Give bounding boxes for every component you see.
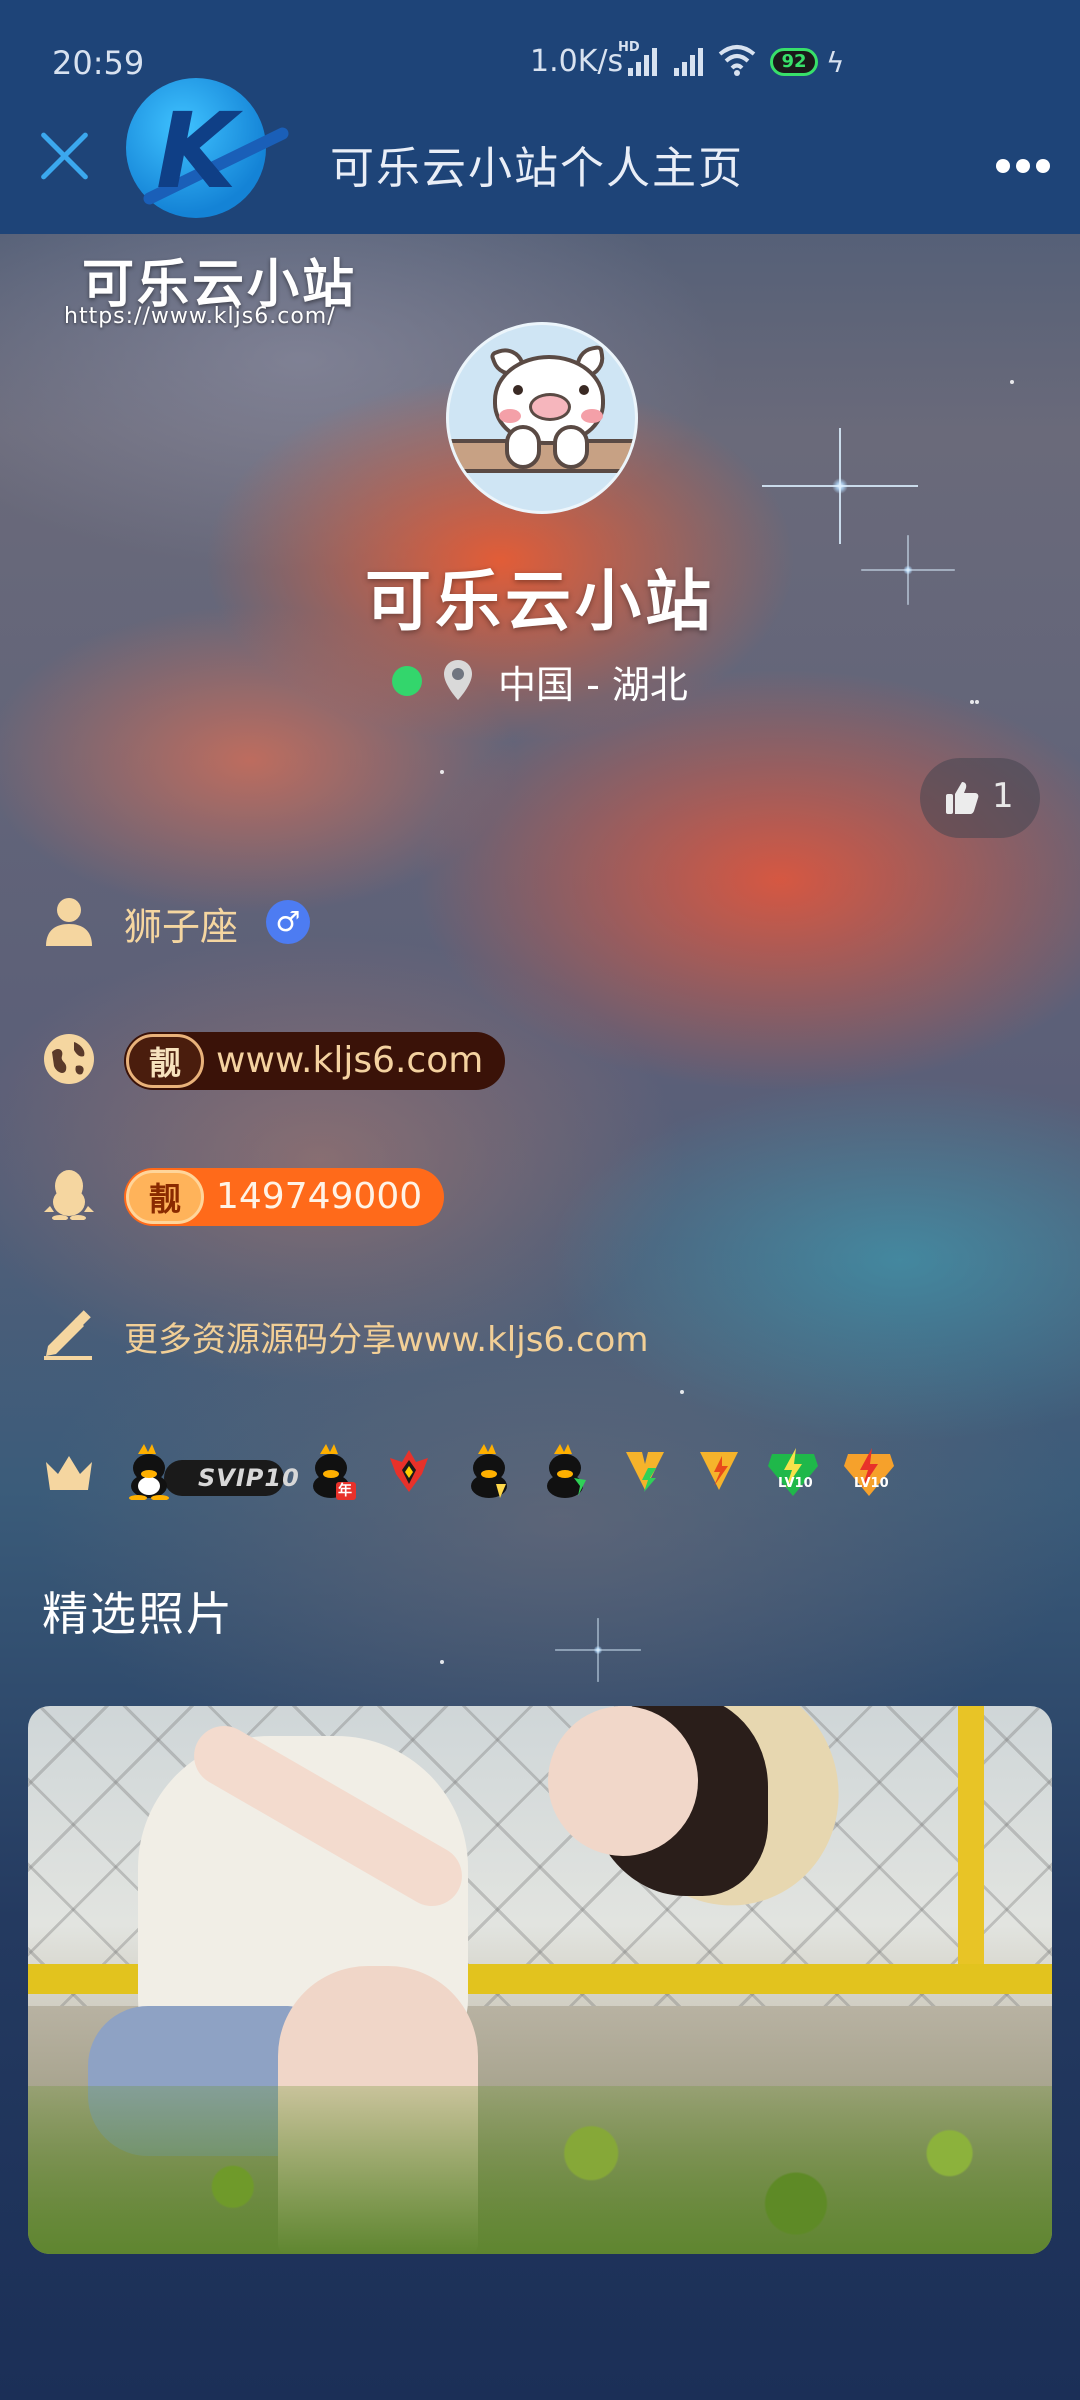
gender-male-icon: ♂ (266, 900, 310, 944)
logo-k-icon: K (156, 90, 237, 212)
pig-nose-icon (529, 393, 571, 421)
svip-badge[interactable]: SVIP10 (164, 1460, 299, 1496)
wifi-icon (718, 45, 756, 76)
more-dot-icon (1016, 159, 1030, 173)
qq-number-link[interactable]: 靓 149749000 (124, 1168, 445, 1226)
website-link[interactable]: 靓 www.kljs6.com (124, 1032, 506, 1090)
qq-green-penguin-icon (547, 1444, 586, 1498)
qq-penguin-icon (44, 1170, 94, 1220)
featured-photos-title: 精选照片 (42, 1587, 234, 1641)
photo-grass (28, 2086, 1052, 2254)
watermark-url: https://www.kljs6.com/ (64, 304, 336, 329)
like-button[interactable]: 1 (920, 758, 1040, 838)
signature-text: 更多资源源码分享www.kljs6.com (124, 1320, 649, 1360)
star (440, 770, 444, 774)
star (970, 700, 974, 704)
page-title: 可乐云小站个人主页 (330, 143, 744, 194)
app-logo: K (126, 78, 291, 218)
photo-face (548, 1706, 698, 1856)
zodiac-text: 狮子座 (124, 905, 239, 949)
pig-eye-icon (579, 385, 589, 395)
qq-svip-penguin-icon (129, 1444, 169, 1500)
star (975, 700, 979, 704)
website-tag-badge: 靓 (126, 1034, 204, 1088)
profile-name: 可乐云小站 (365, 563, 715, 640)
thumbs-up-icon (946, 782, 979, 814)
star-sparkle (555, 1618, 641, 1682)
qq-tag-badge: 靓 (126, 1170, 204, 1224)
year-badge-label: 年 (338, 1483, 352, 1499)
star-sparkle (762, 428, 918, 544)
avatar[interactable] (446, 322, 638, 514)
lv10-orange-label: LV10 (854, 1476, 889, 1491)
location-pin-icon (444, 660, 472, 700)
crown-icon (46, 1456, 92, 1490)
qq-yellow-penguin-icon (471, 1444, 507, 1498)
star (680, 1390, 684, 1394)
app-header: 20:59 1.0K/s HD 92 ϟ K 可乐云小站个人主页 (0, 0, 1080, 234)
svip-label: SVIP10 (198, 1464, 300, 1492)
location-text: 中国 - 湖北 (498, 663, 688, 707)
more-dot-icon (996, 159, 1010, 173)
pig-eye-icon (513, 385, 523, 395)
photo-post (958, 1706, 984, 1986)
user-icon (46, 898, 92, 946)
more-dot-icon (1036, 159, 1050, 173)
lv10-green-label: LV10 (778, 1476, 813, 1491)
featured-photo[interactable] (28, 1706, 1052, 2254)
pig-cheek-icon (499, 409, 521, 423)
status-speed: 1.0K/s (530, 44, 624, 79)
globe-icon (44, 1034, 94, 1084)
signal-icon-2 (674, 48, 703, 76)
battery-indicator: 92 (770, 48, 818, 76)
status-time: 20:59 (52, 44, 145, 82)
pig-paw-icon (505, 425, 541, 469)
signal-icon (628, 48, 657, 76)
close-button[interactable] (36, 128, 92, 184)
charging-icon: ϟ (826, 46, 845, 79)
like-count: 1 (992, 776, 1014, 816)
pig-paw-icon (553, 425, 589, 469)
vip-v-green-icon (626, 1452, 664, 1492)
star (440, 1660, 444, 1664)
star (1010, 380, 1014, 384)
qq-number-text: 149749000 (216, 1176, 423, 1217)
more-options-button[interactable] (996, 158, 1056, 177)
pig-cheek-icon (581, 409, 603, 423)
pencil-icon (44, 1310, 92, 1360)
website-text: www.kljs6.com (216, 1040, 484, 1081)
flame-diamond-icon (390, 1450, 428, 1492)
vip-v-orange-icon (700, 1452, 738, 1490)
online-status-icon (392, 666, 422, 696)
